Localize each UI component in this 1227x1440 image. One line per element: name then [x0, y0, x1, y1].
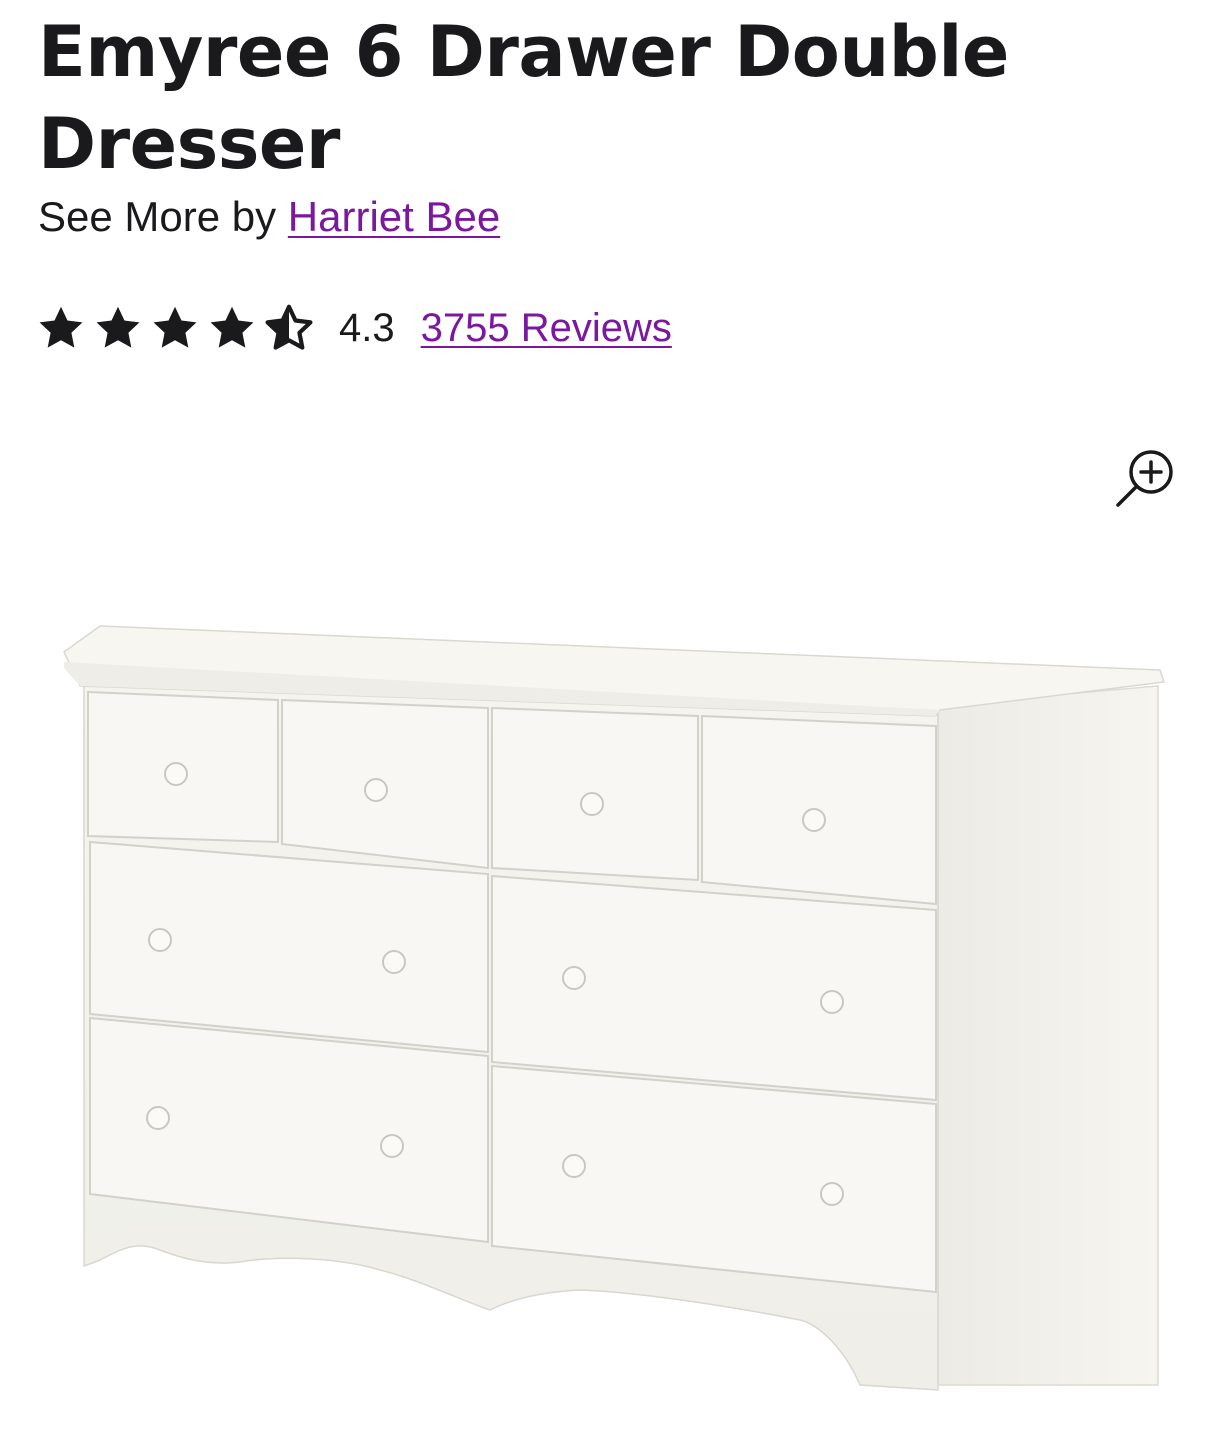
product-image[interactable]: [40, 590, 1190, 1410]
rating-row: 4.3 3755 Reviews: [36, 300, 672, 356]
star-half-icon: [265, 304, 313, 350]
star-icon: [153, 306, 197, 348]
zoom-button[interactable]: [1112, 444, 1182, 514]
product-page: Emyree 6 Drawer Double Dresser See More …: [0, 0, 1227, 1440]
star-icon: [39, 306, 83, 348]
product-title: Emyree 6 Drawer Double Dresser: [38, 11, 1009, 185]
star-icon: [210, 306, 254, 348]
brand-byline: See More by Harriet Bee: [38, 190, 500, 244]
dresser-image: [63, 625, 1166, 1391]
rating-value: 4.3: [339, 305, 395, 350]
brand-link[interactable]: Harriet Bee: [288, 193, 500, 240]
star-icon: [96, 306, 140, 348]
reviews-link[interactable]: 3755 Reviews: [421, 306, 672, 351]
star-rating[interactable]: [36, 303, 321, 353]
zoom-in-icon: [1116, 450, 1173, 507]
byline-prefix: See More by: [38, 193, 277, 240]
